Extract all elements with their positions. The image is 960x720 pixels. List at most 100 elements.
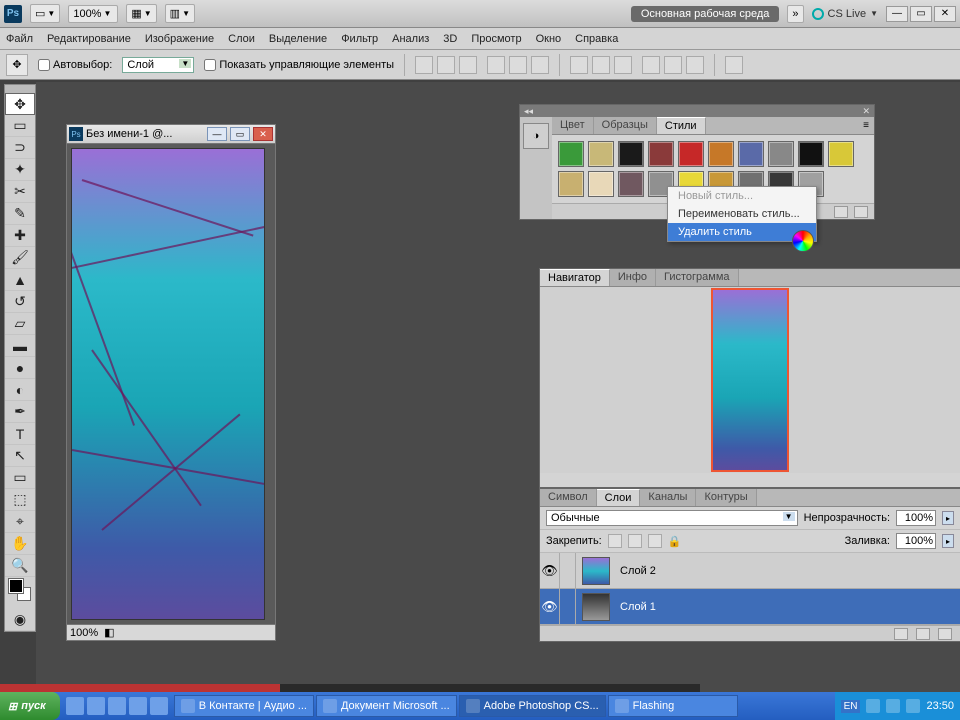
align-icon[interactable] — [531, 56, 549, 74]
align-icon[interactable] — [415, 56, 433, 74]
blend-mode-dropdown[interactable]: Обычные — [546, 510, 798, 526]
lock-position-icon[interactable] — [628, 534, 642, 548]
lasso-tool[interactable]: ⊃ — [5, 137, 35, 159]
path-tool[interactable]: ↖ — [5, 445, 35, 467]
tab[interactable]: Контуры — [696, 489, 756, 506]
arrange-dropdown-2[interactable]: ▥▼ — [165, 4, 195, 23]
close-button[interactable]: ✕ — [934, 6, 956, 22]
clock[interactable]: 23:50 — [926, 700, 954, 712]
autoselect-target-dropdown[interactable]: Слой — [122, 57, 194, 73]
ql-icon[interactable] — [87, 697, 105, 715]
tray-icon[interactable] — [866, 699, 880, 713]
move-tool[interactable]: ✥ — [5, 93, 35, 115]
marquee-tool[interactable]: ▭ — [5, 115, 35, 137]
link-layers-icon[interactable] — [894, 628, 908, 640]
distribute-icon[interactable] — [570, 56, 588, 74]
cs-live[interactable]: CS Live▼ — [812, 8, 878, 20]
visibility-icon[interactable]: 👁 — [540, 589, 560, 624]
ql-icon[interactable] — [150, 697, 168, 715]
lock-icon[interactable]: 🔒 — [668, 535, 682, 548]
style-swatch[interactable] — [708, 141, 734, 167]
menu-item[interactable]: Редактирование — [47, 33, 131, 45]
pen-tool[interactable]: ✒ — [5, 401, 35, 423]
tray-icon[interactable] — [886, 699, 900, 713]
task-button[interactable]: В Контакте | Аудио ... — [174, 695, 314, 717]
menu-item[interactable]: Анализ — [392, 33, 429, 45]
autoselect-checkbox[interactable]: Автовыбор: — [38, 59, 112, 71]
tab[interactable]: Слои — [597, 489, 641, 506]
align-icon[interactable] — [437, 56, 455, 74]
minimize-button[interactable]: — — [886, 6, 908, 22]
style-swatch[interactable] — [828, 141, 854, 167]
color-swatches[interactable] — [5, 577, 35, 609]
panel-grip[interactable]: ◂◂✕ — [520, 105, 874, 117]
style-swatch[interactable] — [558, 171, 584, 197]
panel-menu-icon[interactable]: ≡ — [858, 117, 874, 134]
ql-icon[interactable] — [66, 697, 84, 715]
zoom-tool[interactable]: 🔍 — [5, 555, 35, 577]
brush-tool[interactable]: 🖌 — [5, 247, 35, 269]
style-swatch[interactable] — [738, 141, 764, 167]
menu-item[interactable]: Файл — [6, 33, 33, 45]
ctx-item[interactable]: Переименовать стиль... — [668, 205, 816, 223]
arrange-dropdown-1[interactable]: ▦▼ — [126, 4, 156, 23]
shape-tool[interactable]: ▭ — [5, 467, 35, 489]
lang-indicator[interactable]: EN — [841, 700, 861, 713]
style-swatch[interactable] — [558, 141, 584, 167]
layer-thumb[interactable] — [582, 557, 610, 585]
doc-minimize[interactable]: — — [207, 127, 227, 141]
eraser-tool[interactable]: ▱ — [5, 313, 35, 335]
style-swatch[interactable] — [678, 141, 704, 167]
align-icon[interactable] — [509, 56, 527, 74]
3d-tool[interactable]: ⬚ — [5, 489, 35, 511]
menu-item[interactable]: 3D — [443, 33, 457, 45]
screenmode-dropdown[interactable]: ▭▼ — [30, 4, 60, 23]
video-progress[interactable] — [0, 684, 700, 692]
tab[interactable]: Навигатор — [540, 269, 610, 286]
delete-style-icon[interactable] — [854, 206, 868, 218]
doc-zoom[interactable]: 100% — [70, 627, 98, 639]
tab-образцы[interactable]: Образцы — [594, 117, 657, 134]
start-button[interactable]: ⊞пуск — [0, 692, 60, 720]
distribute-icon[interactable] — [642, 56, 660, 74]
eyedropper-tool[interactable]: ✎ — [5, 203, 35, 225]
style-swatch[interactable] — [648, 141, 674, 167]
type-tool[interactable]: T — [5, 423, 35, 445]
link-cell[interactable] — [560, 553, 576, 588]
toolbox-grip[interactable] — [5, 85, 35, 93]
style-swatch[interactable] — [618, 141, 644, 167]
tab[interactable]: Каналы — [640, 489, 696, 506]
tray-icon[interactable] — [906, 699, 920, 713]
menu-item[interactable]: Слои — [228, 33, 255, 45]
wand-tool[interactable]: ✦ — [5, 159, 35, 181]
tab-стили[interactable]: Стили — [657, 117, 706, 134]
layer-row[interactable]: 👁Слой 2 — [540, 553, 960, 589]
maximize-button[interactable]: ▭ — [910, 6, 932, 22]
distribute-icon[interactable] — [664, 56, 682, 74]
style-swatch[interactable] — [588, 171, 614, 197]
workspace-label[interactable]: Основная рабочая среда — [631, 6, 780, 22]
navigator-body[interactable] — [540, 287, 960, 473]
align-icon[interactable] — [459, 56, 477, 74]
doc-info-icon[interactable]: ◧ — [104, 626, 114, 639]
panel-collapsed-icon[interactable]: ◑ — [523, 123, 549, 149]
canvas[interactable] — [71, 148, 265, 620]
quickmask-tool[interactable]: ◉ — [5, 609, 35, 631]
document-titlebar[interactable]: Ps Без имени-1 @... — ▭ ✕ — [66, 124, 276, 144]
opacity-input[interactable]: 100% — [896, 510, 936, 526]
layer-row[interactable]: 👁Слой 1 — [540, 589, 960, 625]
link-cell[interactable] — [560, 589, 576, 624]
lock-all-icon[interactable] — [648, 534, 662, 548]
style-swatch[interactable] — [768, 141, 794, 167]
menu-item[interactable]: Выделение — [269, 33, 327, 45]
auto-align-icon[interactable] — [725, 56, 743, 74]
transform-controls-checkbox[interactable]: Показать управляющие элементы — [204, 59, 394, 71]
distribute-icon[interactable] — [614, 56, 632, 74]
workspace-expand[interactable]: » — [787, 5, 803, 23]
tab[interactable]: Гистограмма — [656, 269, 739, 286]
fill-input[interactable]: 100% — [896, 533, 936, 549]
visibility-icon[interactable]: 👁 — [540, 553, 560, 588]
tab[interactable]: Символ — [540, 489, 597, 506]
align-icon[interactable] — [487, 56, 505, 74]
menu-item[interactable]: Справка — [575, 33, 618, 45]
